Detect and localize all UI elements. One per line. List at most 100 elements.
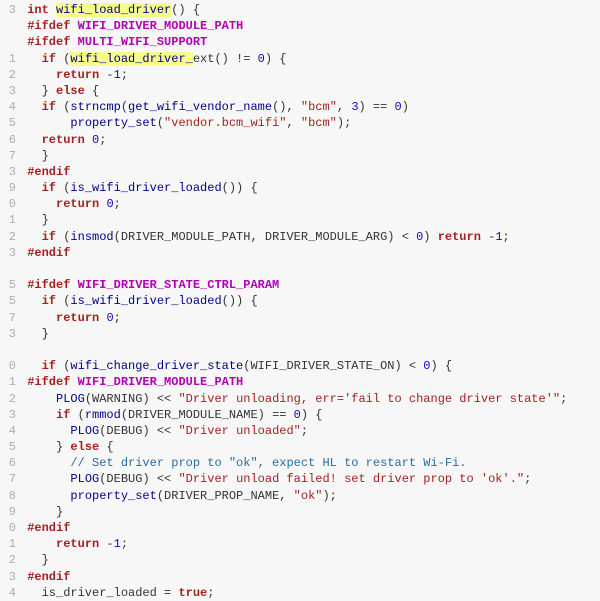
code-line: 7 return 0;	[0, 310, 600, 326]
token: ifdef	[34, 278, 70, 292]
code-content: return -1;	[20, 536, 600, 552]
token: (	[56, 359, 70, 373]
token: (	[56, 100, 70, 114]
token: 1	[495, 230, 502, 244]
code-line: 1 #ifdef WIFI_DRIVER_MODULE_PATH	[0, 374, 600, 390]
token: ,	[337, 100, 351, 114]
token	[70, 35, 77, 49]
token: ifdef	[34, 19, 70, 33]
token: endif	[34, 570, 70, 584]
code-line: 1 return -1;	[0, 536, 600, 552]
token: PLOG	[70, 424, 99, 438]
token: }	[20, 149, 49, 163]
token: return	[56, 197, 99, 211]
line-number: 2	[0, 67, 20, 83]
line-number: 0	[0, 358, 20, 374]
token: if	[42, 230, 56, 244]
token	[49, 3, 56, 17]
token	[20, 133, 42, 147]
token: 3	[351, 100, 358, 114]
line-number	[0, 261, 20, 277]
code-content: #ifdef WIFI_DRIVER_MODULE_PATH	[20, 18, 600, 34]
token	[70, 19, 77, 33]
code-content: }	[20, 552, 600, 568]
token: else	[70, 440, 99, 454]
code-content: if (insmod(DRIVER_MODULE_PATH, DRIVER_MO…	[20, 229, 600, 245]
token: 0	[106, 197, 113, 211]
line-number: 5	[0, 115, 20, 131]
token: (	[157, 116, 164, 130]
code-line: 5 #ifdef WIFI_DRIVER_STATE_CTRL_PARAM	[0, 277, 600, 293]
code-content: if (wifi_load_driver_ext() != 0) {	[20, 51, 600, 67]
code-content: } else {	[20, 439, 600, 455]
code-line: 4 is_driver_loaded = true;	[0, 585, 600, 601]
code-line: 0 return 0;	[0, 196, 600, 212]
token	[20, 472, 70, 486]
line-number	[0, 18, 20, 34]
token: property_set	[70, 489, 156, 503]
code-content: if (is_wifi_driver_loaded()) {	[20, 293, 600, 309]
token	[20, 230, 42, 244]
token: () {	[171, 3, 200, 17]
token: )	[402, 100, 409, 114]
token: ext() !=	[193, 52, 258, 66]
token: endif	[34, 165, 70, 179]
code-content: if (wifi_change_driver_state(WIFI_DRIVER…	[20, 358, 600, 374]
token: endif	[34, 246, 70, 260]
code-content: }	[20, 326, 600, 342]
token: get_wifi_vendor_name	[128, 100, 272, 114]
line-number: 7	[0, 310, 20, 326]
token: }	[20, 84, 56, 98]
code-line: 6 // Set driver prop to "ok", expect HL …	[0, 455, 600, 471]
code-line: 9 if (is_wifi_driver_loaded()) {	[0, 180, 600, 196]
token	[20, 537, 56, 551]
line-number: 2	[0, 391, 20, 407]
token	[70, 375, 77, 389]
code-content: if (is_wifi_driver_loaded()) {	[20, 180, 600, 196]
token: true	[178, 586, 207, 600]
token	[20, 294, 42, 308]
code-content: #ifdef MULTI_WIFI_SUPPORT	[20, 34, 600, 50]
token: 0	[395, 100, 402, 114]
token	[20, 262, 27, 276]
token: (DRIVER_PROP_NAME,	[157, 489, 294, 503]
token: (DRIVER_MODULE_PATH, DRIVER_MODULE_ARG) …	[114, 230, 416, 244]
token: if	[42, 359, 56, 373]
code-content: #ifdef WIFI_DRIVER_STATE_CTRL_PARAM	[20, 277, 600, 293]
code-content: return 0;	[20, 196, 600, 212]
token: }	[20, 213, 49, 227]
token: property_set	[70, 116, 156, 130]
token: ()) {	[222, 294, 258, 308]
token: ;	[121, 537, 128, 551]
code-line: 0 if (wifi_change_driver_state(WIFI_DRIV…	[0, 358, 600, 374]
token: PLOG	[70, 472, 99, 486]
line-number: 3	[0, 164, 20, 180]
token: {	[99, 440, 113, 454]
token	[20, 343, 27, 357]
line-number	[0, 342, 20, 358]
code-editor[interactable]: 3 int wifi_load_driver() { #ifdef WIFI_D…	[0, 0, 600, 601]
token	[70, 278, 77, 292]
code-content: #ifdef WIFI_DRIVER_MODULE_PATH	[20, 374, 600, 390]
token	[20, 311, 56, 325]
line-number: 5	[0, 293, 20, 309]
code-line: 2 }	[0, 552, 600, 568]
line-number: 7	[0, 471, 20, 487]
line-number: 3	[0, 83, 20, 99]
line-number: 0	[0, 520, 20, 536]
token: (),	[272, 100, 301, 114]
code-content: return 0;	[20, 310, 600, 326]
token: strncmp	[70, 100, 120, 114]
token: #	[20, 521, 34, 535]
code-line	[0, 342, 600, 358]
token: #	[20, 19, 34, 33]
token	[20, 489, 70, 503]
token: (	[56, 181, 70, 195]
code-content: }	[20, 504, 600, 520]
code-line: 1 if (wifi_load_driver_ext() != 0) {	[0, 51, 600, 67]
token: #	[20, 165, 34, 179]
token: is_driver_loaded =	[20, 586, 178, 600]
line-number: 4	[0, 423, 20, 439]
token: "Driver unload failed! set driver prop t…	[178, 472, 524, 486]
code-line	[0, 261, 600, 277]
